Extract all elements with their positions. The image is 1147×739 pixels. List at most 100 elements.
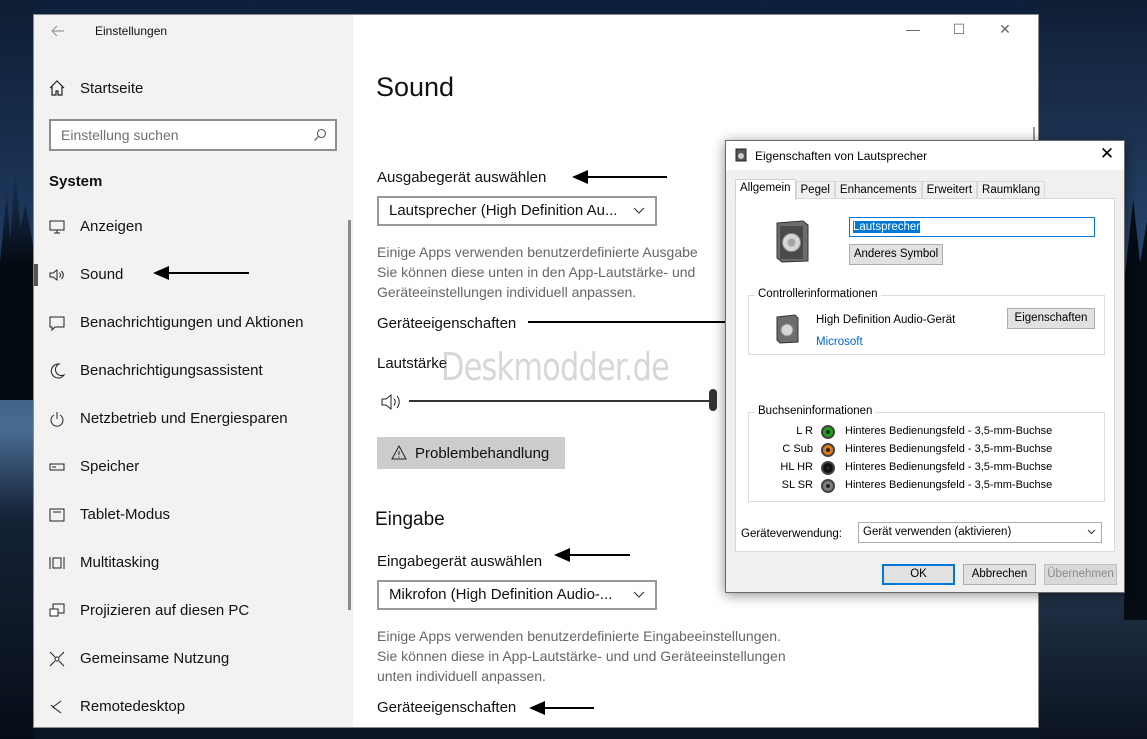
device-name-field[interactable]: Lautsprecher [849, 217, 1095, 237]
sidebar-item-label: Benachrichtigungen und Aktionen [80, 314, 304, 331]
jack-color-icon [821, 443, 835, 457]
audio-device-icon [776, 314, 799, 344]
jack-description: Hinteres Bedienungsfeld - 3,5-mm-Buchse [845, 425, 1053, 437]
sidebar-item-sound[interactable]: Sound [34, 253, 353, 297]
power-icon [50, 412, 64, 427]
watermark: Deskmodder.de [441, 345, 670, 389]
chevron-down-icon [1087, 529, 1096, 535]
output-desc-line: Einige Apps verwenden benutzerdefinierte… [377, 244, 698, 260]
device-usage-label: Geräteverwendung: [741, 528, 843, 540]
controller-properties-button[interactable]: Eigenschaften [1007, 308, 1095, 329]
ok-button[interactable]: OK [882, 564, 955, 585]
home-link[interactable]: Startseite [48, 77, 143, 99]
minimize-button[interactable]: — [890, 21, 936, 41]
jack-channel: SL SR [781, 479, 813, 491]
notification-icon [49, 316, 65, 331]
sidebar-item-assistent[interactable]: Benachrichtigungsassistent [34, 349, 353, 393]
dialog-tabs: Allgemein Pegel Enhancements Erweitert R… [735, 179, 1046, 200]
search-input[interactable] [51, 121, 291, 149]
sidebar-item-netzbetrieb[interactable]: Netzbetrieb und Energiesparen [34, 397, 353, 441]
annotation-arrow [554, 548, 630, 562]
jack-description: Hinteres Bedienungsfeld - 3,5-mm-Buchse [845, 479, 1053, 491]
jack-row: C Sub Hinteres Bedienungsfeld - 3,5-mm-B… [749, 441, 1109, 459]
jack-description: Hinteres Bedienungsfeld - 3,5-mm-Buchse [845, 461, 1053, 473]
dialog-title: Eigenschaften von Lautsprecher [755, 149, 928, 163]
tab-allgemein[interactable]: Allgemein [735, 179, 796, 200]
input-desc-line: unten individuell anpassen. [377, 668, 546, 684]
app-title: Einstellungen [95, 24, 168, 38]
apply-button[interactable]: Übernehmen [1044, 564, 1117, 585]
controller-group-title: Controllerinformationen [755, 288, 881, 300]
sidebar-item-tablet[interactable]: Tablet-Modus [34, 493, 353, 537]
input-device-properties-link[interactable]: Geräteeigenschaften [377, 699, 516, 716]
page-title: Sound [376, 72, 455, 102]
sidebar-item-multitasking[interactable]: Multitasking [34, 541, 353, 585]
input-desc-line: Sie können diese in App-Lautstärke- und … [377, 648, 786, 664]
sidebar-item-gemeinsam[interactable]: Gemeinsame Nutzung [34, 637, 353, 681]
speaker-properties-dialog: Eigenschaften von Lautsprecher ✕ Allgeme… [725, 140, 1125, 593]
input-device-dropdown[interactable]: Mikrofon (High Definition Audio-... [377, 580, 657, 610]
search-icon[interactable] [313, 128, 327, 142]
controller-vendor-link[interactable]: Microsoft [816, 336, 863, 348]
sidebar-item-anzeigen[interactable]: Anzeigen [34, 205, 353, 249]
speaker-device-icon [735, 148, 747, 162]
sidebar-item-remotedesktop[interactable]: Remotedesktop [34, 685, 353, 727]
device-name-value: Lautsprecher [853, 221, 921, 233]
output-device-properties-link[interactable]: Geräteeigenschaften [377, 315, 516, 332]
volume-label: Lautstärke [377, 355, 448, 372]
output-device-dropdown[interactable]: Lautsprecher (High Definition Au... [377, 196, 657, 226]
back-arrow-icon[interactable] [48, 21, 68, 41]
controller-name: High Definition Audio-Gerät [816, 314, 956, 326]
cancel-button[interactable]: Abbrechen [963, 564, 1036, 585]
dialog-close-button[interactable]: ✕ [1098, 145, 1116, 163]
volume-speaker-icon[interactable] [381, 393, 403, 411]
troubleshoot-label: Problembehandlung [415, 444, 550, 462]
change-icon-button[interactable]: Anderes Symbol [849, 244, 943, 265]
output-device-label: Ausgabegerät auswählen [377, 169, 547, 186]
sidebar-item-label: Remotedesktop [80, 698, 186, 715]
speaker-device-icon [776, 220, 809, 263]
sidebar-item-label: Netzbetrieb und Energiesparen [80, 410, 288, 427]
output-device-value: Lautsprecher (High Definition Au... [389, 202, 618, 219]
sidebar-item-label: Benachrichtigungsassistent [80, 362, 263, 379]
device-usage-select[interactable]: Gerät verwenden (aktivieren) [858, 522, 1102, 543]
maximize-button[interactable]: ☐ [936, 21, 982, 41]
input-description: Einige Apps verwenden benutzerdefinierte… [377, 626, 837, 686]
share-icon [49, 651, 65, 667]
jack-info-group: Buchseninformationen L R Hinteres Bedien… [748, 405, 1105, 502]
input-device-label: Eingabegerät auswählen [377, 553, 543, 570]
sidebar-item-speicher[interactable]: Speicher [34, 445, 353, 489]
jack-channel: L R [796, 425, 813, 437]
input-heading: Eingabe [375, 509, 445, 530]
window-controls: — ☐ ✕ [890, 21, 1028, 41]
volume-slider-track[interactable] [409, 400, 709, 402]
jack-row: HL HR Hinteres Bedienungsfeld - 3,5-mm-B… [749, 459, 1109, 477]
sidebar-item-label: Multitasking [80, 554, 160, 571]
sidebar-scrollbar[interactable] [348, 220, 351, 610]
moon-icon [50, 363, 65, 379]
volume-slider-thumb[interactable] [709, 389, 717, 411]
output-desc-line: Geräteeinstellungen individuell anpassen… [377, 284, 637, 300]
sidebar-item-projizieren[interactable]: Projizieren auf diesen PC [34, 589, 353, 633]
monitor-icon [49, 220, 65, 234]
home-label: Startseite [80, 79, 144, 97]
jack-color-icon [821, 479, 835, 493]
troubleshoot-button[interactable]: Problembehandlung [377, 437, 565, 469]
annotation-arrow [529, 701, 594, 715]
dialog-title-bar: Eigenschaften von Lautsprecher ✕ [726, 141, 1124, 170]
desktop-trees-right [1124, 200, 1147, 620]
jack-channel: HL HR [780, 461, 813, 473]
close-button[interactable]: ✕ [982, 21, 1028, 41]
tablet-icon [49, 508, 65, 522]
selection-indicator [34, 264, 38, 286]
sidebar-item-label: Speicher [80, 458, 140, 475]
jack-group-title: Buchseninformationen [755, 405, 876, 417]
chevron-down-icon [633, 591, 645, 598]
sidebar-item-benachrichtigungen[interactable]: Benachrichtigungen und Aktionen [34, 301, 353, 345]
tab-panel-allgemein: Lautsprecher Anderes Symbol Controllerin… [735, 198, 1115, 552]
search-box[interactable] [49, 119, 337, 151]
remote-icon [50, 700, 62, 714]
jack-row: SL SR Hinteres Bedienungsfeld - 3,5-mm-B… [749, 477, 1109, 495]
annotation-arrow [153, 266, 249, 280]
output-description: Einige Apps verwenden benutzerdefinierte… [377, 242, 777, 302]
